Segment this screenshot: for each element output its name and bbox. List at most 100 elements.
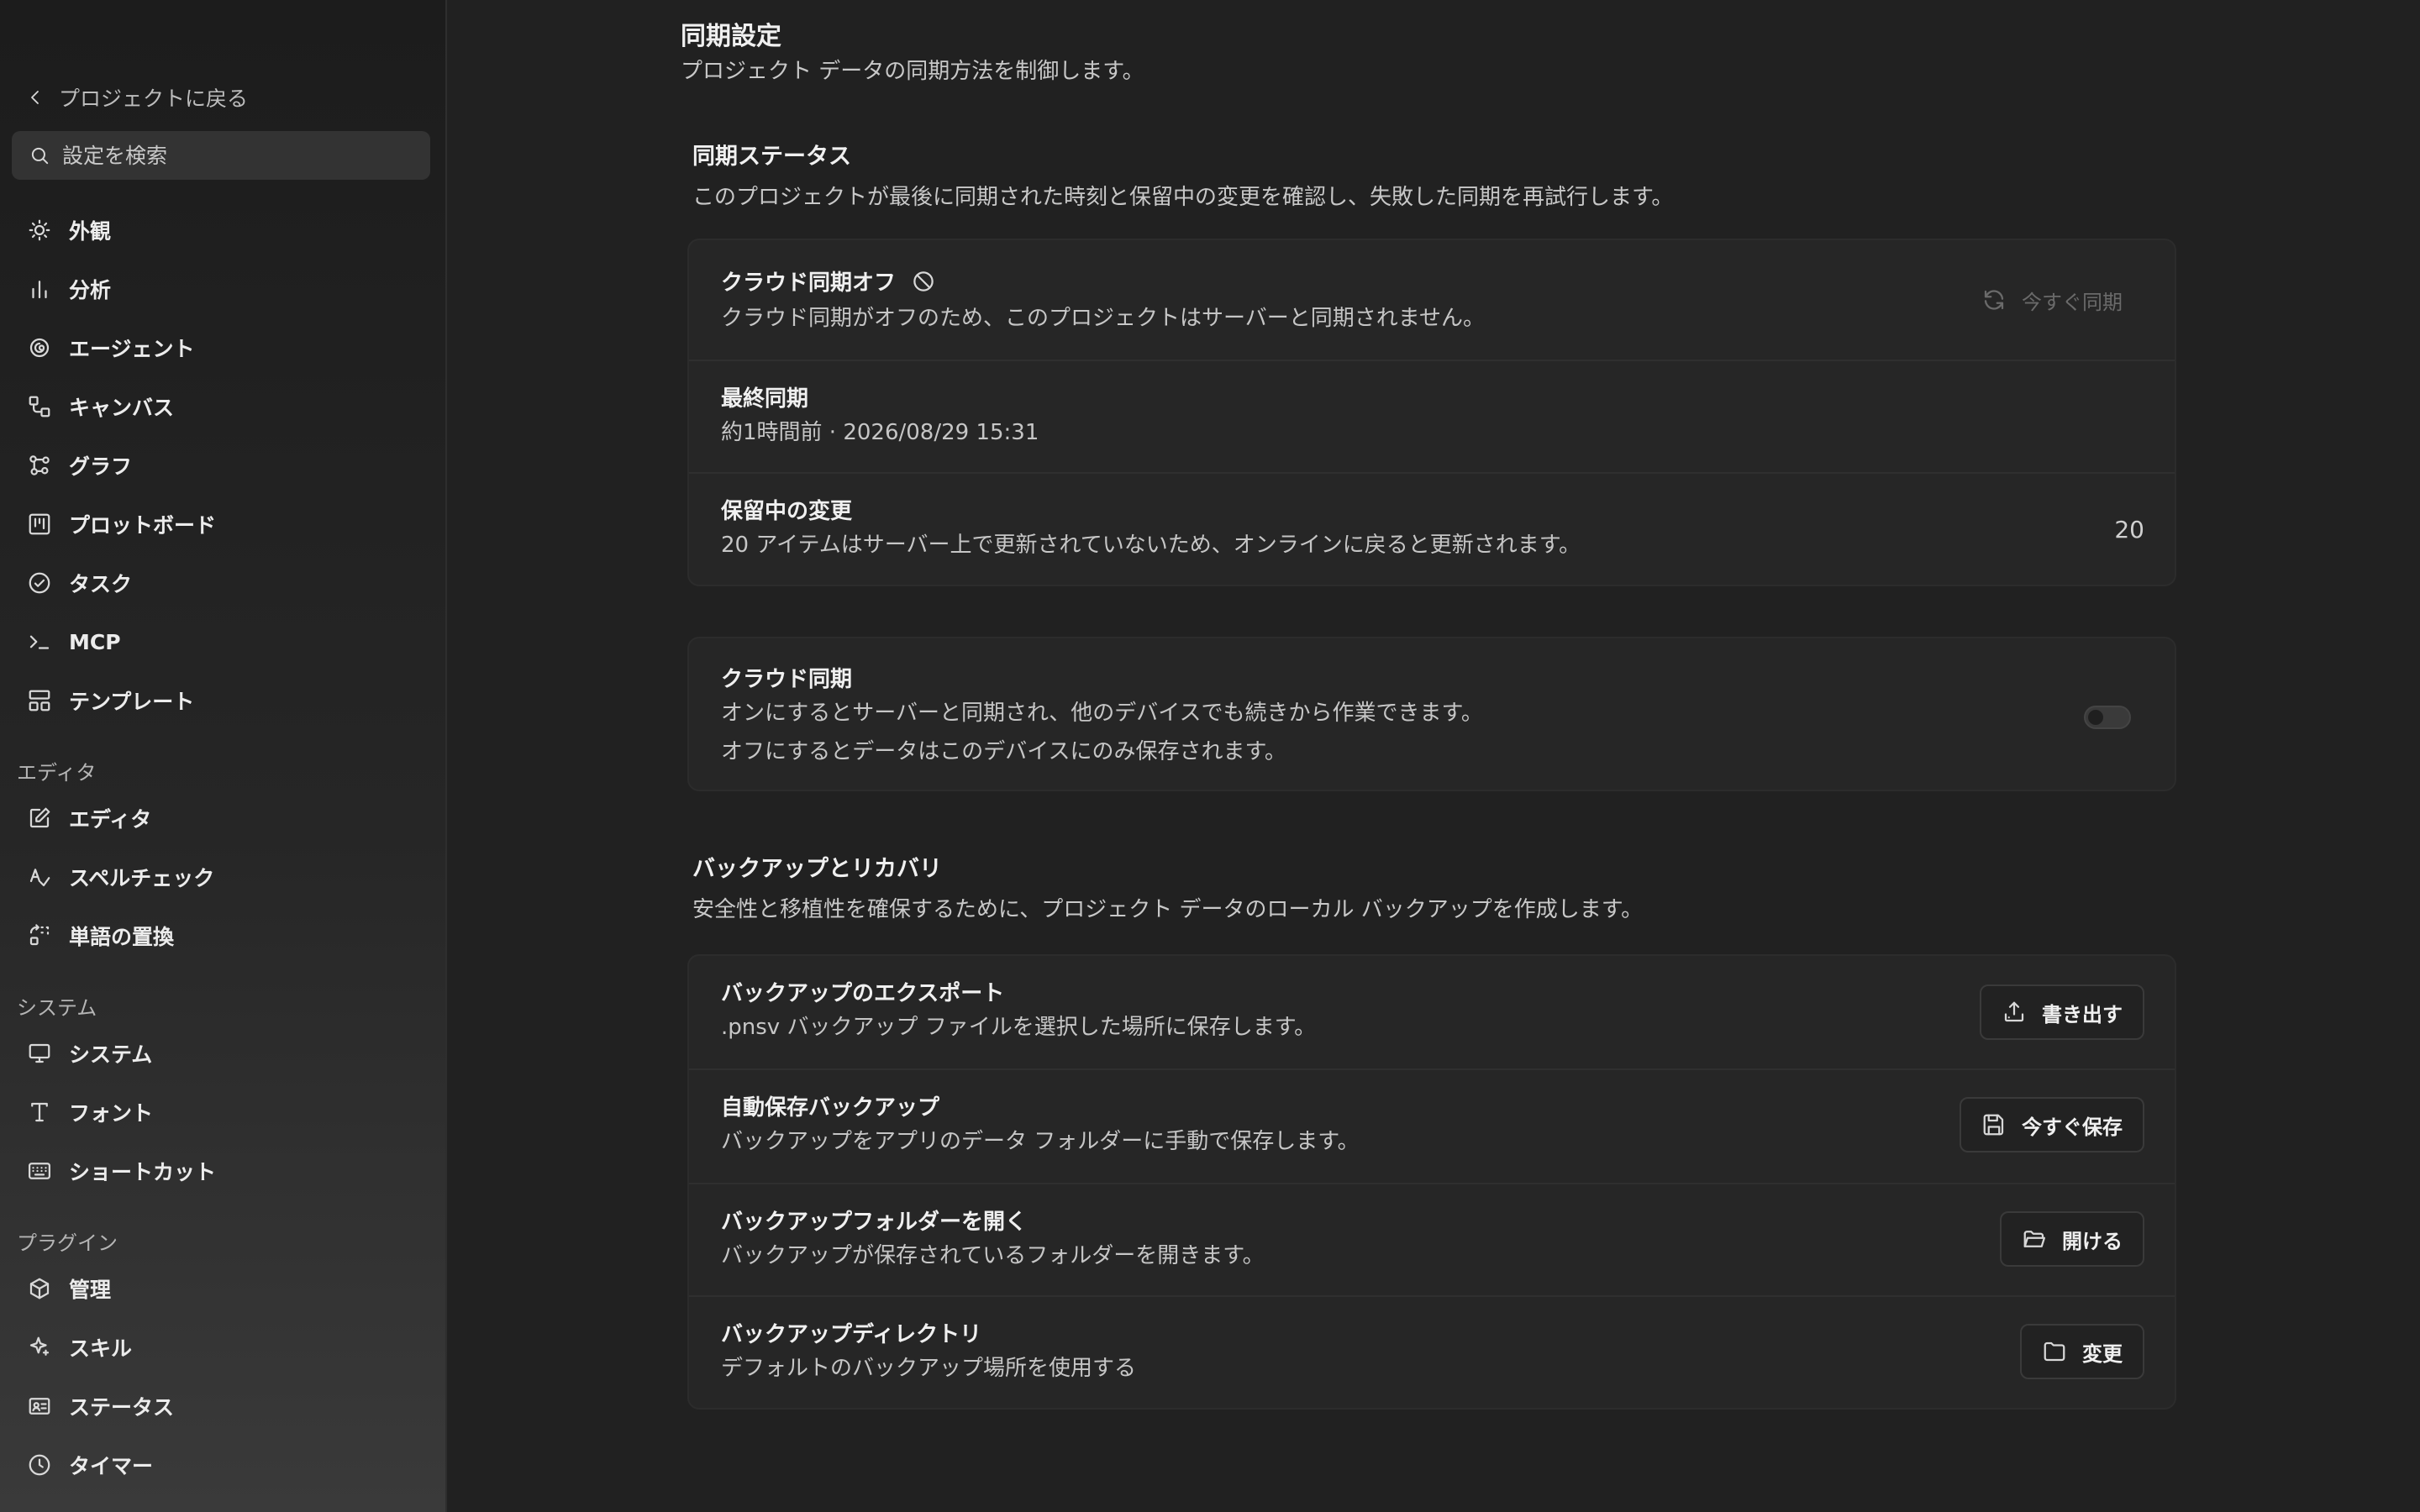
bar-chart-icon: [32, 281, 47, 299]
last-sync-row: 最終同期 約1時間前 · 2026/08/29 15:31: [689, 360, 2175, 472]
autosave-backup-title: 自動保存バックアップ: [721, 1095, 940, 1121]
folder-open-icon: [2023, 1231, 2045, 1247]
sidebar-item-graph[interactable]: グラフ: [12, 442, 430, 489]
sidebar-item-spellcheck[interactable]: スペルチェック: [12, 853, 430, 900]
export-button[interactable]: 書き出す: [1980, 984, 2144, 1040]
sidebar-item-label: スペルチェック: [69, 866, 215, 890]
ban-icon: [913, 270, 934, 291]
change-directory-button[interactable]: 変更: [2020, 1324, 2144, 1379]
toggle-knob: [2088, 710, 2103, 725]
search-input[interactable]: [60, 142, 413, 169]
graph-icon: [29, 455, 50, 475]
sidebar-item-analytics[interactable]: 分析: [12, 265, 430, 312]
refresh-icon: [1984, 290, 2004, 310]
back-label: プロジェクトに戻る: [59, 87, 249, 111]
open-folder-button[interactable]: 開ける: [2000, 1211, 2144, 1267]
settings-search[interactable]: [12, 131, 430, 180]
settings-sidebar: プロジェクトに戻る 外観 分析 エージェント キャンバス グラフ プロットボード…: [0, 0, 447, 1512]
cloud-sync-off-title: クラウド同期オフ: [721, 270, 897, 296]
last-sync-value: 約1時間前 · 2026/08/29 15:31: [721, 420, 1039, 445]
sidebar-item-label: タスク: [69, 572, 133, 596]
sidebar-item-label: キャンバス: [69, 396, 175, 420]
spellcheck-icon: [29, 869, 50, 887]
backup-directory-title: バックアップディレクトリ: [721, 1322, 982, 1347]
change-directory-label: 変更: [2082, 1341, 2123, 1366]
page-title: 同期設定: [681, 22, 781, 51]
backup-title: バックアップとリカバリ: [692, 856, 942, 882]
sidebar-group-system: システム: [17, 996, 97, 1020]
upload-icon: [2004, 1001, 2024, 1022]
sync-now-label: 今すぐ同期: [2022, 290, 2123, 314]
sidebar-item-label: プロットボード: [69, 513, 217, 538]
backup-directory-row: バックアップディレクトリ デフォルトのバックアップ場所を使用する 変更: [689, 1295, 2175, 1408]
pending-changes-description: 20 アイテムはサーバー上で更新されていないため、オンラインに戻ると更新されます…: [721, 533, 1581, 558]
sidebar-item-label: 単語の置換: [69, 925, 175, 949]
sidebar-item-canvas[interactable]: キャンバス: [12, 383, 430, 430]
sidebar-item-label: 外観: [69, 219, 112, 244]
sync-now-button[interactable]: 今すぐ同期: [1960, 272, 2144, 328]
open-backup-folder-title: バックアップフォルダーを開く: [721, 1210, 1028, 1235]
sidebar-item-editor[interactable]: エディタ: [12, 795, 430, 842]
open-backup-folder-description: バックアップが保存されているフォルダーを開きます。: [721, 1243, 1265, 1268]
sidebar-item-agent[interactable]: エージェント: [12, 324, 430, 371]
pending-changes-title: 保留中の変更: [721, 499, 853, 524]
open-folder-label: 開ける: [2062, 1229, 2123, 1253]
replace-icon: [29, 924, 50, 946]
sidebar-item-label: 分析: [69, 278, 112, 302]
sidebar-item-shortcuts[interactable]: ショートカット: [12, 1147, 430, 1194]
save-now-label: 今すぐ保存: [2022, 1115, 2123, 1139]
backup-export-row: バックアップのエクスポート .pnsv バックアップ ファイルを選択した場所に保…: [689, 956, 2175, 1068]
cloud-sync-row: クラウド同期 オンにするとサーバーと同期され、他のデバイスでも続きから作業できま…: [689, 638, 2175, 790]
sidebar-item-label: スキル: [69, 1336, 133, 1361]
sidebar-group-plugins: プラグイン: [17, 1231, 118, 1255]
check-circle-icon: [29, 572, 50, 594]
cloud-sync-toggle[interactable]: [2084, 706, 2131, 729]
sidebar-item-tasks[interactable]: タスク: [12, 559, 430, 606]
keyboard-icon: [29, 1163, 50, 1179]
sidebar-item-appearance[interactable]: 外観: [12, 207, 430, 254]
canvas-icon: [29, 396, 50, 417]
sidebar-item-skills[interactable]: スキル: [12, 1324, 430, 1371]
clock-icon: [29, 1454, 50, 1476]
back-to-project-link[interactable]: プロジェクトに戻る: [25, 81, 248, 114]
backup-directory-description: デフォルトのバックアップ場所を使用する: [721, 1356, 1137, 1381]
sidebar-item-fonts[interactable]: フォント: [12, 1089, 430, 1136]
id-card-icon: [29, 1398, 50, 1415]
pending-changes-count: 20: [2114, 516, 2144, 543]
sidebar-item-label: 管理: [69, 1278, 112, 1302]
spiral-icon: [29, 338, 50, 358]
sidebar-item-manage[interactable]: 管理: [12, 1265, 430, 1312]
sun-icon: [29, 219, 50, 241]
type-icon: [31, 1102, 48, 1122]
save-now-button[interactable]: 今すぐ保存: [1960, 1097, 2144, 1152]
sidebar-item-system[interactable]: システム: [12, 1030, 430, 1077]
sidebar-item-label: タイマー: [69, 1454, 154, 1478]
sidebar-item-label: システム: [69, 1042, 153, 1067]
cloud-sync-title: クラウド同期: [721, 667, 853, 692]
open-backup-folder-row: バックアップフォルダーを開く バックアップが保存されているフォルダーを開きます。…: [689, 1183, 2175, 1295]
sidebar-item-status[interactable]: ステータス: [12, 1383, 430, 1430]
sidebar-item-mcp[interactable]: MCP: [12, 618, 430, 665]
cloud-sync-card: クラウド同期 オンにするとサーバーと同期され、他のデバイスでも続きから作業できま…: [687, 637, 2176, 791]
cloud-sync-off-description: クラウド同期がオフのため、このプロジェクトはサーバーと同期されません。: [721, 306, 1485, 331]
sidebar-item-label: ショートカット: [69, 1160, 217, 1184]
autosave-backup-row: 自動保存バックアップ バックアップをアプリのデータ フォルダーに手動で保存します…: [689, 1068, 2175, 1183]
sidebar-item-plotboard[interactable]: プロットボード: [12, 501, 430, 548]
sidebar-item-word-replace[interactable]: 単語の置換: [12, 912, 430, 959]
chevron-left-icon: [31, 91, 39, 104]
sidebar-item-timer[interactable]: タイマー: [12, 1441, 430, 1488]
cloud-sync-description-on: オンにするとサーバーと同期され、他のデバイスでも続きから作業できます。: [721, 701, 1483, 726]
floppy-disk-icon: [1983, 1114, 2004, 1136]
backup-description: 安全性と移植性を確保するために、プロジェクト データのローカル バックアップを作…: [692, 897, 1644, 922]
export-button-label: 書き出す: [2042, 1002, 2123, 1026]
sidebar-item-label: ステータス: [69, 1395, 175, 1420]
last-sync-title: 最終同期: [721, 386, 809, 412]
autosave-backup-description: バックアップをアプリのデータ フォルダーに手動で保存します。: [721, 1129, 1360, 1154]
backup-export-title: バックアップのエクスポート: [721, 981, 1005, 1006]
sidebar-item-label: グラフ: [69, 454, 133, 479]
cloud-sync-description-off: オフにするとデータはこのデバイスにのみ保存されます。: [721, 739, 1286, 764]
search-icon: [31, 147, 49, 165]
sidebar-item-templates[interactable]: テンプレート: [12, 677, 430, 724]
sparkles-icon: [29, 1336, 50, 1356]
layout-icon: [29, 690, 50, 711]
